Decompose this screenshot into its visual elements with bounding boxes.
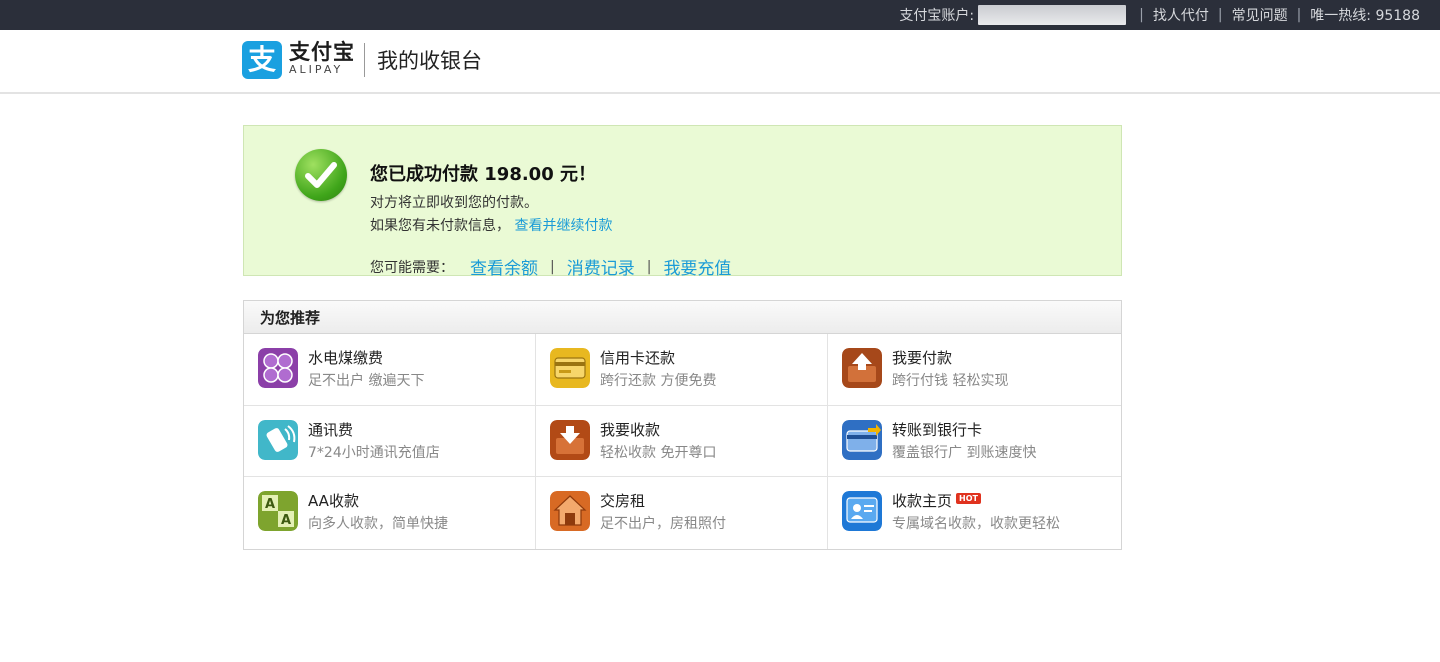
success-line1: 对方将立即收到您的付款。 [370, 195, 538, 211]
recharge-link[interactable]: 我要充值 [663, 254, 731, 279]
maybe-label: 您可能需要： [370, 259, 454, 276]
rec-item-credit-card[interactable]: 信用卡还款 跨行还款 方便免费 [536, 334, 828, 406]
success-title: 您已成功付款 198.00 元！ [370, 164, 596, 185]
header-divider [364, 43, 365, 77]
link-pay-for-me[interactable]: 找人代付 [1153, 5, 1209, 25]
rec-title: 通讯费 [308, 421, 354, 439]
rec-subtitle: 足不出户，房租照付 [600, 516, 726, 532]
hot-badge: HOT [956, 493, 981, 504]
top-bar-links: 支付宝账户: | 找人代付 | 常见问题 | 唯一热线: 95188 [899, 5, 1420, 25]
brand: 支付宝 ALIPAY [289, 40, 355, 76]
rec-item-homepage[interactable]: 收款主页 HOT 专属域名收款，收款更轻松 [828, 477, 1121, 549]
success-line2: 如果您有未付款信息， 查看并继续付款 [370, 215, 612, 235]
header: 支 支付宝 ALIPAY 我的收银台 [0, 30, 1440, 94]
success-line2-text: 如果您有未付款信息， [370, 218, 510, 234]
rec-subtitle: 足不出户 缴遍天下 [308, 373, 425, 389]
recommend-panel: 为您推荐 水电煤缴费 足不出户 缴遍天下 信用卡还款 跨行还款 方便免费 我要付… [243, 300, 1122, 550]
rec-subtitle: 向多人收款，简单快捷 [308, 516, 448, 532]
receive-icon [550, 420, 590, 460]
rec-item-rent[interactable]: 交房租 足不出户，房租照付 [536, 477, 828, 549]
link-faq[interactable]: 常见问题 [1232, 5, 1288, 25]
house-icon [550, 491, 590, 531]
homepage-icon [842, 491, 882, 531]
credit-card-icon [550, 348, 590, 388]
brand-en: ALIPAY [289, 63, 344, 76]
page-title: 我的收银台 [377, 49, 482, 73]
success-check-icon [295, 149, 347, 201]
rec-item-phone[interactable]: 通讯费 7*24小时通讯充值店 [244, 406, 536, 477]
rec-title: 收款主页 HOT [892, 490, 981, 511]
account-label: 支付宝账户: [899, 8, 975, 24]
rec-title: 我要收款 [600, 421, 661, 439]
rec-title: AA收款 [308, 492, 359, 510]
rec-item-aa[interactable]: A A AA收款 向多人收款，简单快捷 [244, 477, 536, 549]
rec-subtitle: 专属域名收款，收款更轻松 [892, 516, 1060, 532]
rec-item-pay-out[interactable]: 我要付款 跨行付钱 轻松实现 [828, 334, 1121, 406]
view-balance-link[interactable]: 查看余额 [470, 254, 538, 279]
top-bar: 支付宝账户: | 找人代付 | 常见问题 | 唯一热线: 95188 [0, 0, 1440, 30]
pay-out-icon [842, 348, 882, 388]
rec-title: 信用卡还款 [600, 349, 676, 367]
recommend-header: 为您推荐 [244, 301, 1121, 334]
svg-text:A: A [265, 497, 275, 512]
success-panel: 您已成功付款 198.00 元！ 对方将立即收到您的付款。 如果您有未付款信息，… [243, 125, 1122, 280]
rec-subtitle: 跨行还款 方便免费 [600, 373, 717, 389]
brand-cn: 支付宝 [289, 40, 355, 64]
rec-item-receive[interactable]: 我要收款 轻松收款 免开尊口 [536, 406, 828, 477]
recommend-grid: 水电煤缴费 足不出户 缴遍天下 信用卡还款 跨行还款 方便免费 我要付款 跨行付… [244, 334, 1121, 549]
rec-subtitle: 7*24小时通讯充值店 [308, 445, 440, 461]
aa-icon: A A [258, 491, 298, 531]
rec-title: 我要付款 [892, 349, 953, 367]
hotline: 唯一热线: 95188 [1310, 8, 1420, 24]
rec-title: 水电煤缴费 [308, 349, 384, 367]
utilities-icon [258, 348, 298, 388]
rec-item-bank-transfer[interactable]: 转账到银行卡 覆盖银行广 到账速度快 [828, 406, 1121, 477]
rec-title: 转账到银行卡 [892, 421, 983, 439]
account-name-masked [978, 5, 1127, 25]
rec-subtitle: 轻松收款 免开尊口 [600, 445, 717, 461]
svg-text:A: A [281, 513, 291, 528]
alipay-logo-icon[interactable]: 支 [242, 41, 282, 79]
spending-records-link[interactable]: 消费记录 [567, 254, 635, 279]
rec-title-text: 收款主页 [892, 492, 953, 510]
view-continue-payment-link[interactable]: 查看并继续付款 [514, 218, 612, 234]
bank-card-icon [842, 420, 882, 460]
rec-title: 交房租 [600, 492, 646, 510]
phone-icon [258, 420, 298, 460]
rec-item-utilities[interactable]: 水电煤缴费 足不出户 缴遍天下 [244, 334, 536, 406]
maybe-needed: 您可能需要： 查看余额 | 消费记录 | 我要充值 [370, 254, 731, 280]
rec-subtitle: 覆盖银行广 到账速度快 [892, 445, 1037, 461]
rec-subtitle: 跨行付钱 轻松实现 [892, 373, 1009, 389]
